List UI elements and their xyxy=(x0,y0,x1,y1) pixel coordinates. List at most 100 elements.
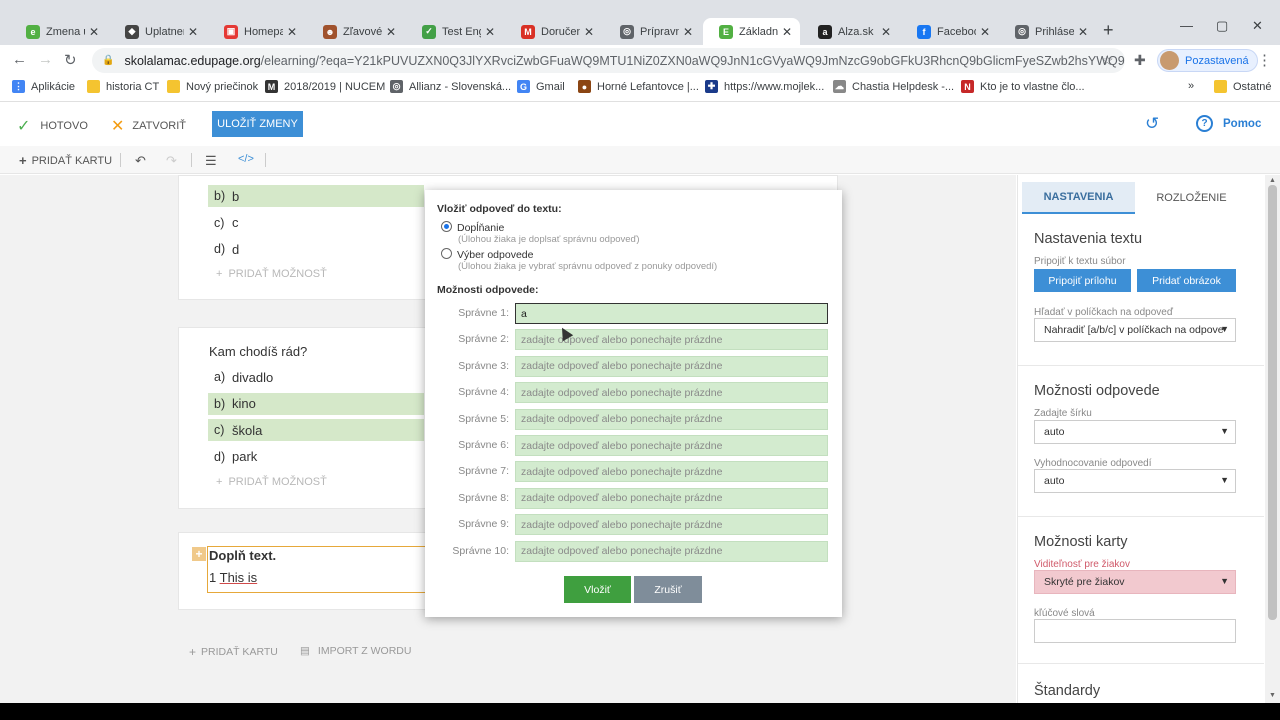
bookmark-item[interactable]: Nový priečinok xyxy=(167,80,258,93)
answer-option[interactable]: b) kino xyxy=(208,392,424,415)
help-button[interactable]: ? Pomoc xyxy=(1196,115,1261,132)
answer-input[interactable] xyxy=(515,408,828,430)
tab-close-icon[interactable]: ✕ xyxy=(1078,25,1088,39)
add-card-bottom-button[interactable]: + PRIDAŤ KARTU xyxy=(189,645,278,659)
tab-close-icon[interactable]: ✕ xyxy=(782,25,792,39)
browser-tab[interactable]: e Zmena úd ✕ xyxy=(10,18,107,45)
reload-icon[interactable]: ↻ xyxy=(64,51,77,69)
answer-input[interactable] xyxy=(515,540,828,562)
bookmark-star-icon[interactable]: ☆ xyxy=(1101,52,1114,69)
new-tab-icon[interactable]: + xyxy=(1103,20,1114,41)
import-word-button[interactable]: ▤ IMPORT Z WORDU xyxy=(300,645,411,657)
browser-tab[interactable]: a Alza.sk - n ✕ xyxy=(802,18,899,45)
bookmark-item[interactable]: historia CT xyxy=(87,80,159,93)
undo-icon[interactable]: ↶ xyxy=(135,153,146,169)
scroll-up-icon[interactable]: ▲ xyxy=(1269,177,1276,184)
bookmark-item[interactable]: N Kto je to vlastne člo... xyxy=(961,80,1085,93)
scroll-thumb[interactable] xyxy=(1268,185,1277,620)
bookmark-item[interactable]: ☁ Chastia Helpdesk -... xyxy=(833,80,954,93)
attach-file-button[interactable]: Pripojiť prílohu xyxy=(1034,269,1131,292)
tab-close-icon[interactable]: ✕ xyxy=(980,25,990,39)
search-answers-select[interactable]: Nahradiť [a/b/c] v políčkach na odpove ▼ xyxy=(1034,318,1236,342)
extensions-icon[interactable]: ✚ xyxy=(1134,52,1146,69)
add-option-button[interactable]: + PRIDAŤ MOŽNOSŤ xyxy=(216,268,327,280)
tab-close-icon[interactable]: ✕ xyxy=(881,25,891,39)
browser-tab[interactable]: E Základná ✕ xyxy=(703,18,800,45)
insert-button[interactable]: Vložiť xyxy=(564,576,631,603)
fill-text[interactable]: 1 This is xyxy=(209,570,257,585)
add-icon[interactable]: + xyxy=(192,547,206,561)
answer-option[interactable]: a) divadlo xyxy=(208,366,273,388)
browser-tab[interactable]: M Doručené ✕ xyxy=(505,18,602,45)
answer-option[interactable]: c) škola xyxy=(208,419,424,441)
panel-scrollbar[interactable]: ▲ ▼ xyxy=(1265,175,1280,703)
radio-choice[interactable] xyxy=(441,248,452,259)
more-bookmarks-icon[interactable]: » xyxy=(1188,80,1194,92)
forward-icon[interactable]: → xyxy=(38,51,53,68)
window-close-icon[interactable]: ✕ xyxy=(1252,18,1263,34)
browser-tab[interactable]: ☻ Zľavové k ✕ xyxy=(307,18,404,45)
answer-option[interactable]: c) c xyxy=(208,212,239,234)
radio-choice-label[interactable]: Výber odpovede xyxy=(457,249,533,261)
bookmark-item[interactable]: G Gmail xyxy=(517,80,565,93)
maximize-icon[interactable]: ▢ xyxy=(1216,18,1228,34)
cancel-button[interactable]: Zrušiť xyxy=(634,576,702,603)
code-icon[interactable]: </> xyxy=(238,153,254,165)
tab-close-icon[interactable]: ✕ xyxy=(287,25,297,39)
browser-tab[interactable]: ◎ Prihlásen ✕ xyxy=(999,18,1096,45)
import-label: IMPORT Z WORDU xyxy=(317,645,412,657)
browser-tab[interactable]: f Facebook ✕ xyxy=(901,18,998,45)
browser-tab[interactable]: ◎ Prípravný ✕ xyxy=(604,18,701,45)
back-icon[interactable]: ← xyxy=(12,51,27,68)
tab-close-icon[interactable]: ✕ xyxy=(485,25,495,39)
bookmarks-bar: ⋮ Aplikácie historia CT Nový priečinok M 2018… xyxy=(0,76,1280,102)
tab-close-icon[interactable]: ✕ xyxy=(683,25,693,39)
keywords-input[interactable] xyxy=(1034,619,1236,643)
tab-close-icon[interactable]: ✕ xyxy=(386,25,396,39)
answer-input[interactable] xyxy=(515,355,828,377)
answer-input[interactable] xyxy=(515,303,828,324)
tab-close-icon[interactable]: ✕ xyxy=(584,25,594,39)
bookmark-item[interactable]: ✚ https://www.mojlek... xyxy=(705,80,824,93)
profile-button[interactable]: Pozastavená xyxy=(1157,49,1258,72)
tab-close-icon[interactable]: ✕ xyxy=(89,25,99,39)
add-card-button[interactable]: + PRIDAŤ KARTU xyxy=(19,153,112,168)
bookmark-item[interactable]: ⋮ Aplikácie xyxy=(12,80,75,93)
redo-icon[interactable]: ↷ xyxy=(166,153,177,169)
favicon-icon: ▣ xyxy=(224,24,238,39)
answer-input[interactable] xyxy=(515,382,828,404)
tab-close-icon[interactable]: ✕ xyxy=(188,25,198,39)
add-image-button[interactable]: Pridať obrázok xyxy=(1137,269,1236,292)
tab-settings[interactable]: NASTAVENIA xyxy=(1022,182,1135,214)
save-changes-button[interactable]: ULOŽIŤ ZMENY xyxy=(212,111,303,137)
browser-tab[interactable]: ✓ Test Englis ✕ xyxy=(406,18,503,45)
address-bar[interactable]: 🔒 skolalamac.edupage.org /elearning/?eqa… xyxy=(92,48,1125,73)
answer-option[interactable]: d) d xyxy=(208,238,239,260)
scroll-down-icon[interactable]: ▼ xyxy=(1269,692,1276,699)
answer-input[interactable] xyxy=(515,435,828,456)
history-icon[interactable]: ↺ xyxy=(1145,114,1159,134)
radio-fill-in-label[interactable]: Dopĺňanie xyxy=(457,222,504,234)
width-select[interactable]: auto ▼ xyxy=(1034,420,1236,444)
add-option-button[interactable]: + PRIDAŤ MOŽNOSŤ xyxy=(216,476,327,488)
bookmark-item[interactable]: M 2018/2019 | NUCEM xyxy=(265,80,385,93)
bookmark-item[interactable]: ● Horné Lefantovce |... xyxy=(578,80,699,93)
answer-option[interactable]: b) b xyxy=(208,185,424,207)
bookmark-item[interactable]: ◎ Allianz - Slovenská... xyxy=(390,80,511,93)
answer-input[interactable] xyxy=(515,514,828,536)
visibility-select[interactable]: Skryté pre žiakov ▼ xyxy=(1034,570,1236,594)
bookmark-item[interactable]: Ostatné xyxy=(1214,80,1272,93)
close-button[interactable]: ✕ ZATVORIŤ xyxy=(111,116,186,136)
database-icon[interactable]: ☰ xyxy=(205,153,217,169)
browser-menu-icon[interactable]: ⋮ xyxy=(1257,51,1272,69)
browser-tab[interactable]: ◆ Uplatneni ✕ xyxy=(109,18,206,45)
browser-tab[interactable]: ▣ Homepag ✕ xyxy=(208,18,305,45)
radio-fill-in[interactable] xyxy=(441,221,452,232)
tab-layout[interactable]: ROZLOŽENIE xyxy=(1135,182,1248,214)
answer-option[interactable]: d) park xyxy=(208,446,257,468)
done-button[interactable]: ✓ HOTOVO xyxy=(17,116,88,136)
answer-input[interactable] xyxy=(515,487,828,509)
answer-input[interactable] xyxy=(515,461,828,483)
evaluation-select[interactable]: auto ▼ xyxy=(1034,469,1236,493)
minimize-icon[interactable]: — xyxy=(1180,18,1193,33)
